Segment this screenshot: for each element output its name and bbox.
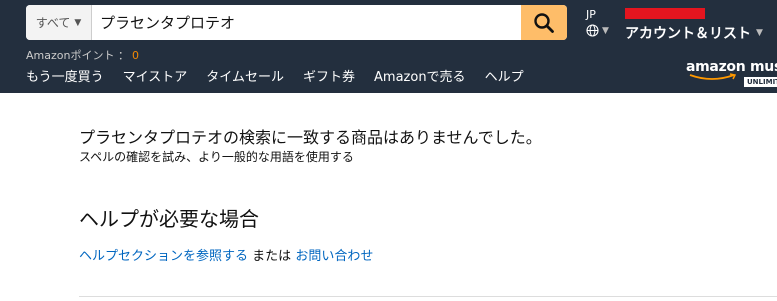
chevron-down-icon: ▼ (756, 28, 763, 38)
help-or-text: または (252, 249, 292, 264)
search-icon (534, 12, 554, 33)
help-heading: ヘルプが必要な場合 (79, 207, 259, 231)
help-line: ヘルプセクションを参照する または お問い合わせ (79, 245, 373, 264)
points-value: 0 (131, 49, 139, 62)
logo-badge: UNLIMIT (744, 77, 777, 87)
chevron-down-icon: ▼ (602, 25, 609, 36)
search-tip: スペルの確認を試み、より一般的な用語を使用する (79, 150, 354, 164)
amazon-points[interactable]: Amazonポイント ： 0 (26, 47, 139, 63)
department-dropdown[interactable]: すべて ▼ (26, 5, 92, 40)
department-label: すべて (35, 16, 71, 30)
locale-code: JP (586, 8, 596, 21)
amazon-music-logo[interactable]: amazon mus UNLIMIT (686, 59, 777, 87)
top-header: すべて ▼ JP ▼ アカウント＆リスト ▼ Amazon (0, 0, 777, 93)
nav-gift-cards[interactable]: ギフト券 (303, 66, 355, 85)
search-bar: すべて ▼ (26, 5, 567, 40)
nav-buy-again[interactable]: もう一度買う (26, 66, 104, 85)
nav-help[interactable]: ヘルプ (485, 66, 524, 85)
account-menu[interactable]: アカウント＆リスト ▼ (625, 8, 763, 43)
chevron-down-icon: ▼ (74, 17, 82, 28)
nav-sell-on-amazon[interactable]: Amazonで売る (374, 66, 466, 85)
section-divider (79, 296, 777, 297)
nav-my-store[interactable]: マイストア (123, 66, 188, 85)
language-selector[interactable]: JP ▼ (586, 8, 609, 37)
nav-links: もう一度買う マイストア タイムセール ギフト券 Amazonで売る ヘルプ (26, 66, 543, 85)
globe-icon (586, 24, 599, 37)
contact-link[interactable]: お問い合わせ (295, 249, 373, 264)
redacted-user-name (625, 8, 705, 19)
help-section-link[interactable]: ヘルプセクションを参照する (79, 249, 248, 264)
search-button[interactable] (521, 5, 567, 40)
points-label: Amazonポイント ： (26, 49, 129, 62)
no-results-message: プラセンタプロテオの検索に一致する商品はありませんでした。 (79, 128, 542, 147)
account-label: アカウント＆リスト (625, 26, 751, 42)
smile-icon (689, 73, 737, 80)
nav-time-sale[interactable]: タイムセール (206, 66, 284, 85)
search-input[interactable] (92, 5, 521, 40)
